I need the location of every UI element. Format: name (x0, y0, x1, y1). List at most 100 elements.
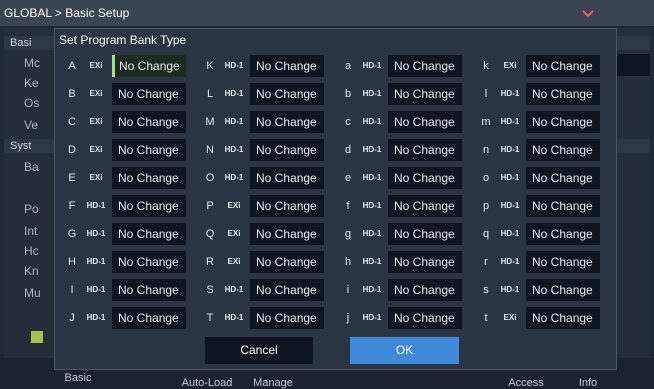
bank-row-r: r HD-1 No Change (479, 251, 601, 273)
bank-value-field[interactable]: No Change (112, 83, 186, 105)
bank-type-badge: EXi (89, 173, 103, 182)
bank-type-badge: HD-1 (86, 257, 106, 266)
tab-basic[interactable]: Basic (58, 372, 98, 384)
bank-row-c: c HD-1 No Change (341, 111, 463, 133)
bank-value-field[interactable]: No Change (250, 223, 324, 245)
bank-value-field[interactable]: No Change (112, 139, 186, 161)
bank-value-field[interactable]: No Change (526, 139, 600, 161)
bank-value-field[interactable]: No Change (250, 139, 324, 161)
bg-row-label: Kn (24, 264, 39, 278)
bank-value-field[interactable]: No Change (112, 251, 186, 273)
bank-value-field[interactable]: No Change (388, 167, 462, 189)
bank-row-o: o HD-1 No Change (479, 167, 601, 189)
bank-type-badge: EXi (89, 89, 103, 98)
bank-row-i: i HD-1 No Change (341, 279, 463, 301)
bank-row-j: j HD-1 No Change (341, 307, 463, 329)
bank-letter: M (205, 116, 215, 128)
bank-letter: D (68, 144, 76, 156)
bank-value-field[interactable]: No Change (250, 307, 324, 329)
bank-value-field[interactable]: No Change (112, 167, 186, 189)
bank-value-field[interactable]: No Change (112, 223, 186, 245)
ok-button[interactable]: OK (350, 337, 459, 364)
bank-row-R: R EXi No Change (203, 251, 325, 273)
bank-value-field[interactable]: No Change (388, 195, 462, 217)
bank-value-field[interactable]: No Change (250, 83, 324, 105)
bank-value-field[interactable]: No Change (250, 55, 324, 77)
bank-value-field[interactable]: No Change (526, 55, 600, 77)
chevron-down-icon[interactable] (582, 8, 594, 20)
bank-row-l: l HD-1 No Change (479, 83, 601, 105)
bank-value-field[interactable]: No Change (388, 139, 462, 161)
bank-value-field[interactable]: No Change (526, 223, 600, 245)
cancel-button[interactable]: Cancel (205, 337, 313, 364)
bank-value-field[interactable]: No Change (112, 279, 186, 301)
bank-type-badge: HD-1 (362, 61, 382, 70)
bank-row-a: a HD-1 No Change (341, 55, 463, 77)
bank-value-field[interactable]: No Change (388, 223, 462, 245)
bank-row-s: s HD-1 No Change (479, 279, 601, 301)
tab-info[interactable]: Info (573, 377, 603, 389)
bank-value-field[interactable]: No Change (112, 111, 186, 133)
bank-value-field[interactable]: No Change (388, 251, 462, 273)
bank-value-field[interactable]: No Change (526, 307, 600, 329)
bank-value-field[interactable]: No Change (388, 83, 462, 105)
bank-row-K: K HD-1 No Change (203, 55, 325, 77)
bank-value-field[interactable]: No Change (250, 111, 324, 133)
bank-value-field[interactable]: No Change (526, 111, 600, 133)
bank-type-badge: EXi (227, 257, 241, 266)
bank-value-field[interactable]: No Change (112, 55, 186, 77)
bank-letter: E (68, 172, 76, 184)
bank-type-badge: HD-1 (500, 257, 520, 266)
bank-letter: t (484, 312, 488, 324)
bank-row-k: k EXi No Change (479, 55, 601, 77)
bank-value-field[interactable]: No Change (112, 307, 186, 329)
bank-type-badge: HD-1 (362, 257, 382, 266)
bank-value-field[interactable]: No Change (112, 195, 186, 217)
bank-letter: k (483, 60, 489, 72)
bg-row-label: Ve (24, 118, 39, 132)
bank-type-badge: HD-1 (362, 285, 382, 294)
bank-value-field[interactable]: No Change (526, 167, 600, 189)
bank-value-field[interactable]: No Change (388, 111, 462, 133)
bank-letter: i (346, 284, 350, 296)
bank-value-field[interactable]: No Change (388, 307, 462, 329)
bank-letter: l (484, 88, 488, 100)
bank-value-field[interactable]: No Change (388, 279, 462, 301)
bank-letter: p (482, 200, 490, 212)
bank-row-P: P EXi No Change (203, 195, 325, 217)
tab-manage[interactable]: Manage (248, 377, 298, 389)
bank-type-badge: HD-1 (500, 229, 520, 238)
dialog-title: Set Program Bank Type (59, 33, 187, 47)
bank-value-field[interactable]: No Change (250, 167, 324, 189)
bank-letter: N (206, 144, 214, 156)
bank-row-G: G HD-1 No Change (65, 223, 187, 245)
bank-letter: P (206, 200, 214, 212)
bank-letter: A (68, 60, 76, 72)
bank-type-badge: EXi (89, 61, 103, 70)
bank-value-field[interactable]: No Change (526, 83, 600, 105)
bank-value-field[interactable]: No Change (388, 55, 462, 77)
checkbox[interactable] (31, 331, 43, 343)
bank-type-badge: HD-1 (224, 61, 244, 70)
bank-row-L: L HD-1 No Change (203, 83, 325, 105)
tab-access[interactable]: Access (504, 377, 548, 389)
bank-row-F: F HD-1 No Change (65, 195, 187, 217)
bank-value-field[interactable]: No Change (526, 251, 600, 273)
bank-type-badge: EXi (227, 201, 241, 210)
bank-value-field[interactable]: No Change (250, 251, 324, 273)
bank-value-field[interactable]: No Change (526, 279, 600, 301)
bank-value-field[interactable]: No Change (526, 195, 600, 217)
bank-letter: j (346, 312, 350, 324)
tab-auto-load[interactable]: Auto-Load (176, 377, 238, 389)
bank-type-badge: EXi (503, 313, 517, 322)
bank-value-field[interactable]: No Change (250, 279, 324, 301)
bank-value-field[interactable]: No Change (250, 195, 324, 217)
bank-letter: s (483, 284, 489, 296)
bank-type-badge: HD-1 (362, 201, 382, 210)
bank-letter: h (344, 256, 352, 268)
bank-row-p: p HD-1 No Change (479, 195, 601, 217)
bank-row-J: J HD-1 No Change (65, 307, 187, 329)
bank-letter: S (206, 284, 214, 296)
bank-letter: q (482, 228, 490, 240)
bank-type-badge: HD-1 (362, 229, 382, 238)
